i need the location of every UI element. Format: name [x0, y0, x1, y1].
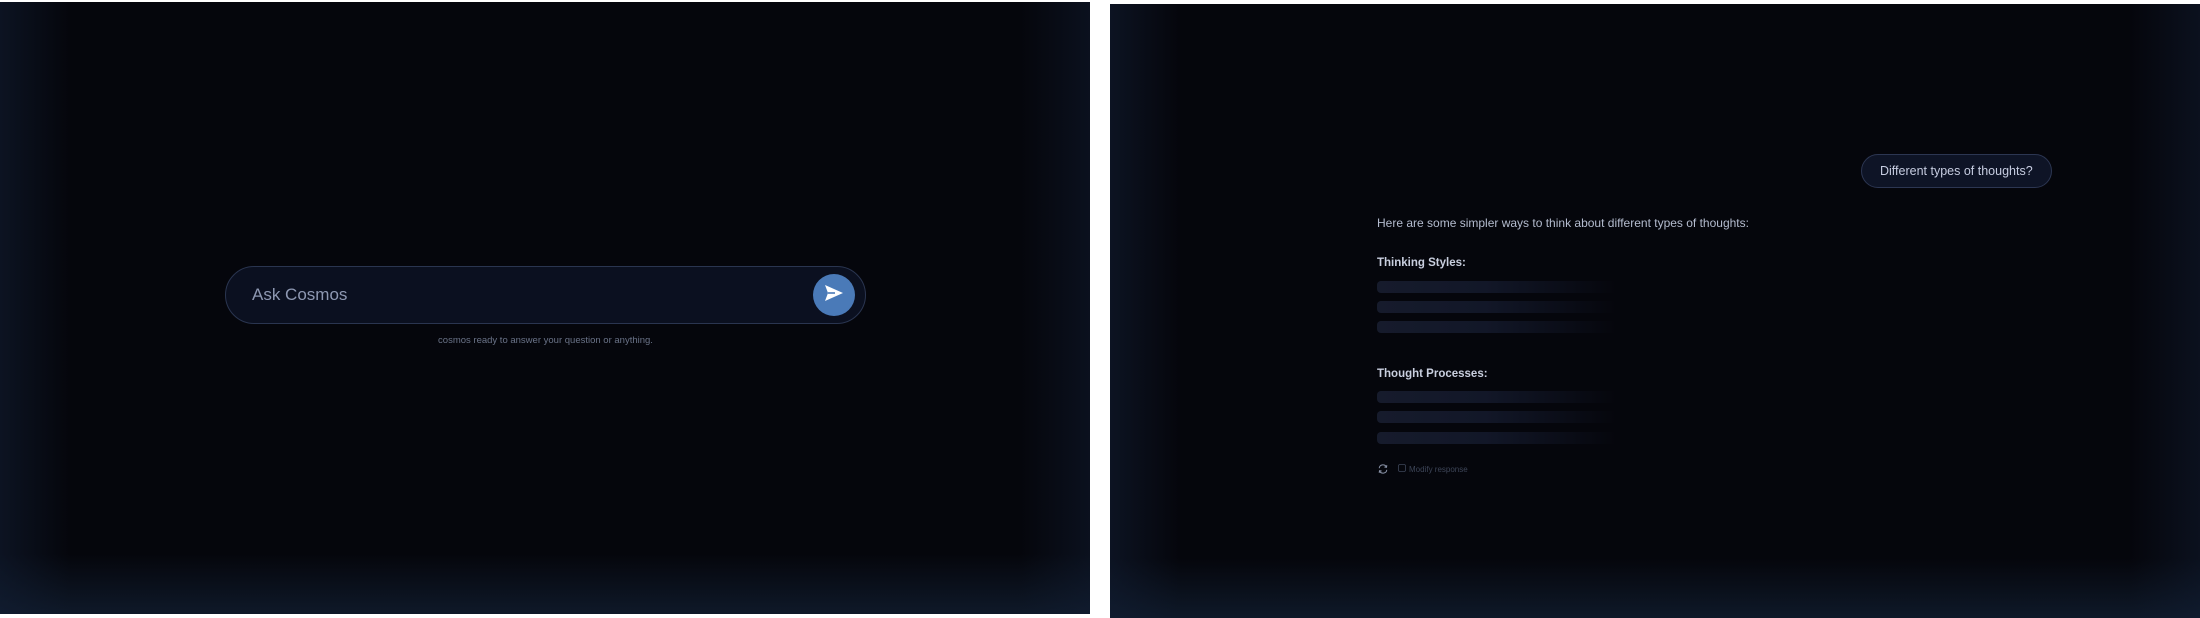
response-actions: Modify response	[1377, 463, 1468, 475]
section-title: Thinking Styles:	[1377, 257, 1466, 269]
section-title: Thought Processes:	[1377, 368, 1488, 380]
ask-input[interactable]	[226, 267, 813, 323]
modify-response-button[interactable]: Modify response	[1398, 464, 1468, 474]
loading-line	[1377, 321, 1617, 333]
ask-bar	[225, 266, 866, 324]
modify-response-label: Modify response	[1409, 464, 1468, 474]
loading-line	[1377, 391, 1617, 403]
hint-text: cosmos ready to answer your question or …	[438, 335, 653, 346]
conversation-screen: Different types of thoughts? Here are so…	[1110, 4, 2200, 618]
paper-plane-icon	[822, 281, 846, 310]
loading-line	[1377, 411, 1617, 423]
edit-icon	[1398, 464, 1406, 474]
refresh-icon[interactable]	[1377, 463, 1389, 475]
response-intro: Here are some simpler ways to think abou…	[1377, 216, 1749, 230]
screenshot-stage: cosmos ready to answer your question or …	[0, 0, 2200, 618]
loading-line	[1377, 432, 1617, 444]
send-button[interactable]	[813, 274, 855, 316]
loading-line	[1377, 281, 1617, 293]
empty-chat-screen: cosmos ready to answer your question or …	[0, 2, 1090, 614]
user-message-bubble: Different types of thoughts?	[1861, 154, 2052, 188]
loading-line	[1377, 301, 1617, 313]
